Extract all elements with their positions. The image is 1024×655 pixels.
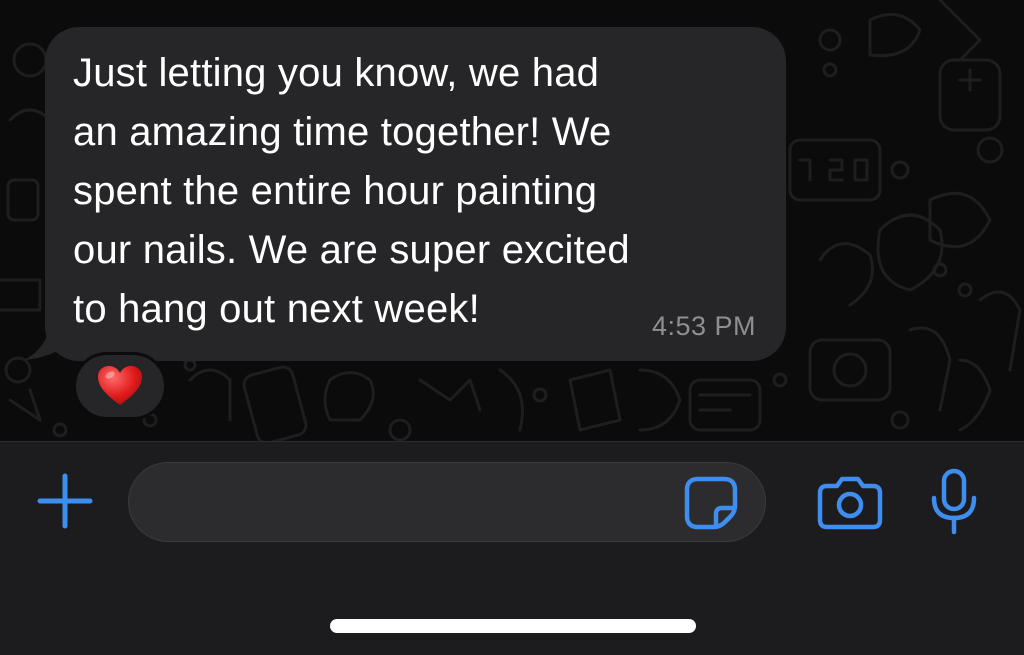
message-timestamp: 4:53 PM	[651, 311, 756, 341]
camera-icon[interactable]	[817, 474, 883, 530]
chat-area[interactable]: Just letting you know, we had an amazing…	[0, 0, 1024, 441]
home-indicator[interactable]	[330, 619, 696, 633]
microphone-icon[interactable]	[928, 468, 980, 536]
chat-screen: Just letting you know, we had an amazing…	[0, 0, 1024, 655]
heart-reaction[interactable]	[73, 352, 167, 420]
heart-icon	[98, 366, 142, 405]
message-input[interactable]	[128, 462, 766, 542]
message-text: Just letting you know, we had an amazing…	[73, 51, 630, 331]
plus-icon[interactable]	[36, 472, 94, 530]
sticker-icon[interactable]	[684, 476, 738, 530]
